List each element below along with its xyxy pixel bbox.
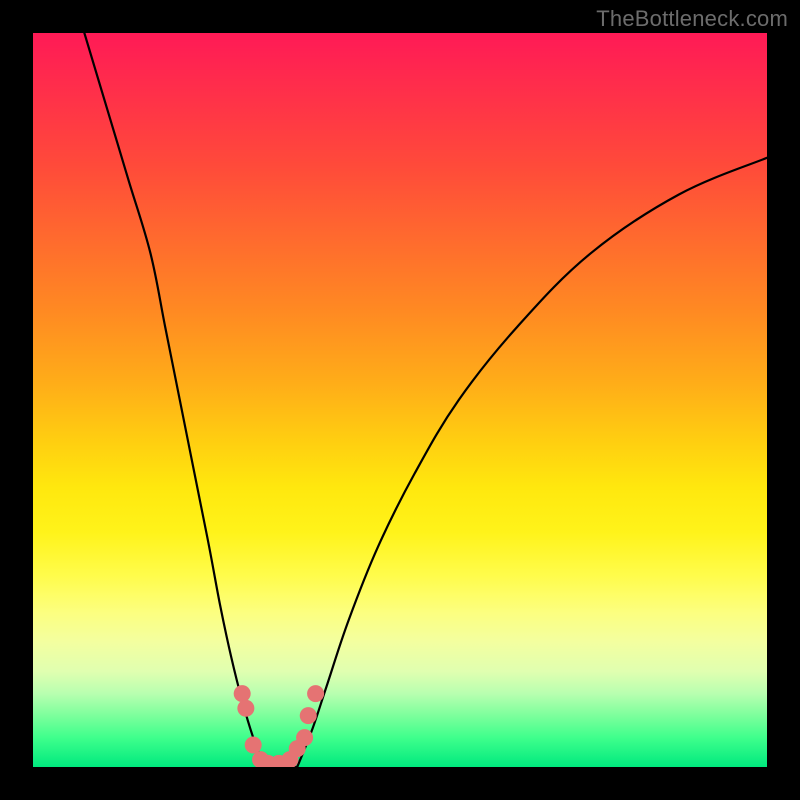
plot-area <box>33 33 767 767</box>
marker-layer <box>234 685 324 767</box>
marker-point <box>307 685 324 702</box>
marker-point <box>234 685 251 702</box>
marker-point <box>245 736 262 753</box>
series-left-curve <box>84 33 264 767</box>
marker-point <box>296 729 313 746</box>
chart-svg <box>33 33 767 767</box>
marker-point <box>300 707 317 724</box>
curve-layer <box>84 33 767 767</box>
chart-frame: TheBottleneck.com <box>0 0 800 800</box>
watermark-text: TheBottleneck.com <box>596 6 788 32</box>
marker-point <box>237 700 254 717</box>
series-right-curve <box>297 158 767 767</box>
